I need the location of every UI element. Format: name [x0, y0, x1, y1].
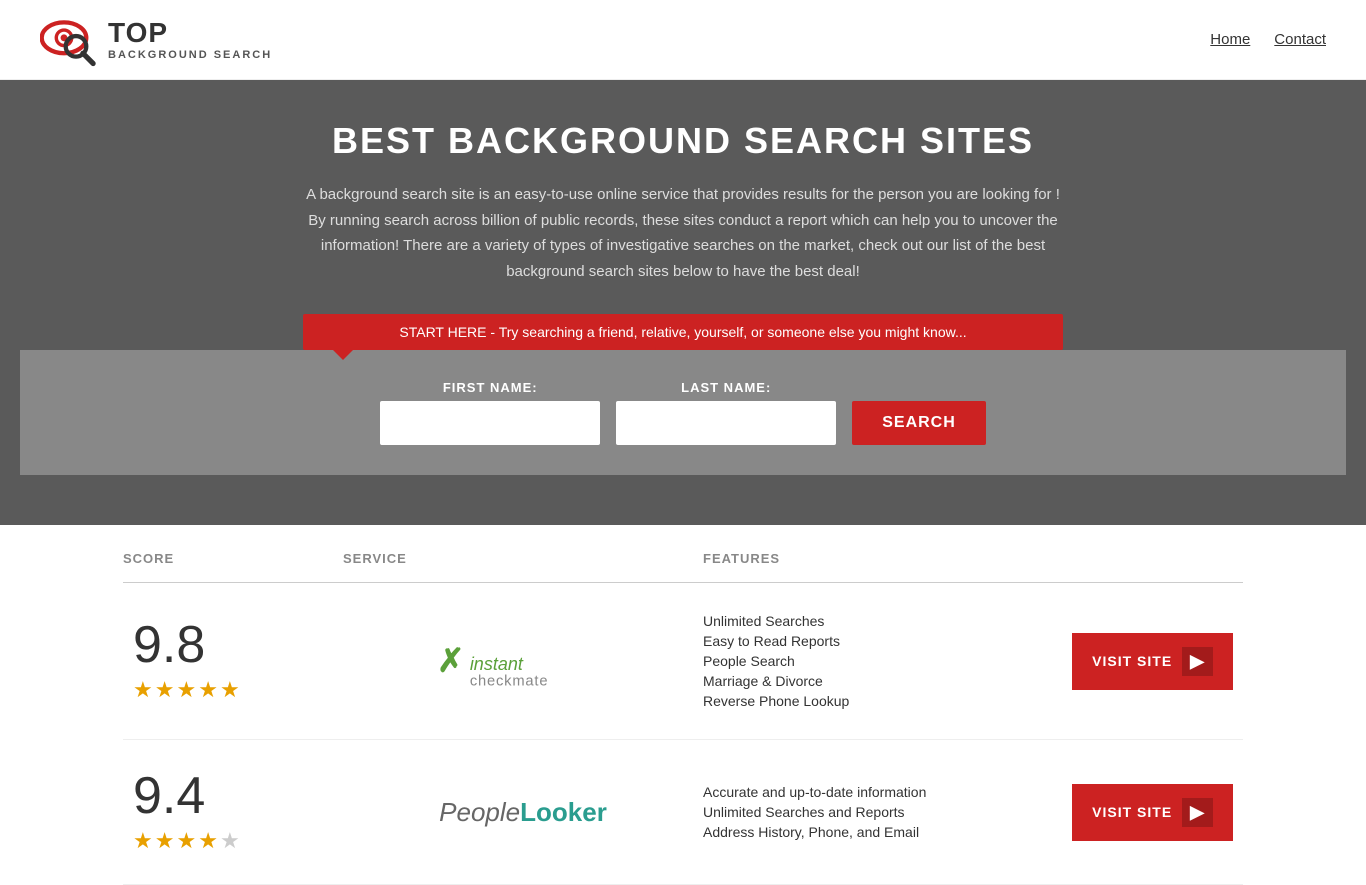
table-header: SCORE SERVICE FEATURES — [123, 535, 1243, 583]
star-1: ★ — [133, 677, 153, 703]
first-name-group: FIRST NAME: — [380, 380, 600, 445]
logo-bottom-text: BACKGROUND SEARCH — [108, 49, 272, 61]
feature-item: Reverse Phone Lookup — [703, 693, 1063, 709]
star-5: ★ — [220, 677, 240, 703]
hero-title: BEST BACKGROUND SEARCH SITES — [20, 120, 1346, 162]
search-form-area: FIRST NAME: LAST NAME: SEARCH — [20, 350, 1346, 475]
star-1: ★ — [133, 828, 153, 854]
feature-item: Unlimited Searches — [703, 613, 1063, 629]
svg-text:checkmate: checkmate — [470, 674, 549, 686]
score-cell-2: 9.4 ★ ★ ★ ★ ★ — [123, 770, 343, 854]
star-2: ★ — [155, 677, 175, 703]
service-cell-1: ✗ instant checkmate — [343, 636, 703, 686]
header-features: FEATURES — [703, 551, 1063, 566]
table-row: 9.4 ★ ★ ★ ★ ★ PeopleLooker Accurate and … — [123, 740, 1243, 885]
star-3: ★ — [176, 677, 196, 703]
last-name-input[interactable] — [616, 401, 836, 445]
star-5: ★ — [220, 828, 240, 854]
nav-contact[interactable]: Contact — [1274, 31, 1326, 48]
svg-text:instant: instant — [470, 654, 524, 674]
feature-item: People Search — [703, 653, 1063, 669]
star-2: ★ — [155, 828, 175, 854]
results-table-section: SCORE SERVICE FEATURES 9.8 ★ ★ ★ ★ ★ ✗ — [83, 535, 1283, 885]
visit-arrow-icon-1: ▶ — [1182, 647, 1213, 676]
svg-text:✗: ✗ — [437, 642, 464, 679]
star-4: ★ — [198, 677, 218, 703]
service-cell-2: PeopleLooker — [343, 797, 703, 828]
score-number-1: 9.8 — [133, 619, 205, 671]
table-row: 9.8 ★ ★ ★ ★ ★ ✗ instant checkmate — [123, 583, 1243, 740]
first-name-input[interactable] — [380, 401, 600, 445]
feature-item: Accurate and up-to-date information — [703, 784, 1063, 800]
search-button[interactable]: SEARCH — [852, 401, 986, 445]
hero-description: A background search site is an easy-to-u… — [303, 182, 1063, 284]
features-cell-1: Unlimited Searches Easy to Read Reports … — [703, 613, 1063, 709]
hero-section: BEST BACKGROUND SEARCH SITES A backgroun… — [0, 80, 1366, 525]
logo-top-text: TOP — [108, 18, 272, 49]
feature-item: Easy to Read Reports — [703, 633, 1063, 649]
visit-label-2: VISIT SITE — [1092, 804, 1172, 820]
peoplelooker-logo: PeopleLooker — [439, 797, 607, 828]
site-header: TOP BACKGROUND SEARCH Home Contact — [0, 0, 1366, 80]
score-number-2: 9.4 — [133, 770, 205, 822]
first-name-label: FIRST NAME: — [380, 380, 600, 395]
last-name-group: LAST NAME: — [616, 380, 836, 445]
stars-1: ★ ★ ★ ★ ★ — [133, 677, 240, 703]
visit-cell-1: VISIT SITE ▶ — [1063, 633, 1243, 690]
search-form: FIRST NAME: LAST NAME: SEARCH — [233, 380, 1133, 445]
visit-label-1: VISIT SITE — [1092, 653, 1172, 669]
features-cell-2: Accurate and up-to-date information Unli… — [703, 784, 1063, 840]
feature-item: Unlimited Searches and Reports — [703, 804, 1063, 820]
last-name-label: LAST NAME: — [616, 380, 836, 395]
nav-home[interactable]: Home — [1210, 31, 1250, 48]
feature-item: Marriage & Divorce — [703, 673, 1063, 689]
visit-site-button-2[interactable]: VISIT SITE ▶ — [1072, 784, 1233, 841]
instantcheckmate-logo: ✗ instant checkmate — [433, 636, 613, 686]
star-3: ★ — [176, 828, 196, 854]
stars-2: ★ ★ ★ ★ ★ — [133, 828, 240, 854]
header-service: SERVICE — [343, 551, 703, 566]
search-banner: START HERE - Try searching a friend, rel… — [303, 314, 1063, 350]
people-text: People — [439, 797, 520, 827]
checkmate-logo-svg: ✗ instant checkmate — [433, 636, 613, 686]
score-cell-1: 9.8 ★ ★ ★ ★ ★ — [123, 619, 343, 703]
logo-icon — [40, 12, 100, 67]
feature-item: Address History, Phone, and Email — [703, 824, 1063, 840]
visit-cell-2: VISIT SITE ▶ — [1063, 784, 1243, 841]
header-action — [1063, 551, 1243, 566]
header-score: SCORE — [123, 551, 343, 566]
star-4: ★ — [198, 828, 218, 854]
visit-site-button-1[interactable]: VISIT SITE ▶ — [1072, 633, 1233, 690]
looker-text: Looker — [520, 797, 607, 827]
logo: TOP BACKGROUND SEARCH — [40, 12, 272, 67]
logo-text: TOP BACKGROUND SEARCH — [108, 18, 272, 61]
visit-arrow-icon-2: ▶ — [1182, 798, 1213, 827]
main-nav: Home Contact — [1210, 31, 1326, 48]
